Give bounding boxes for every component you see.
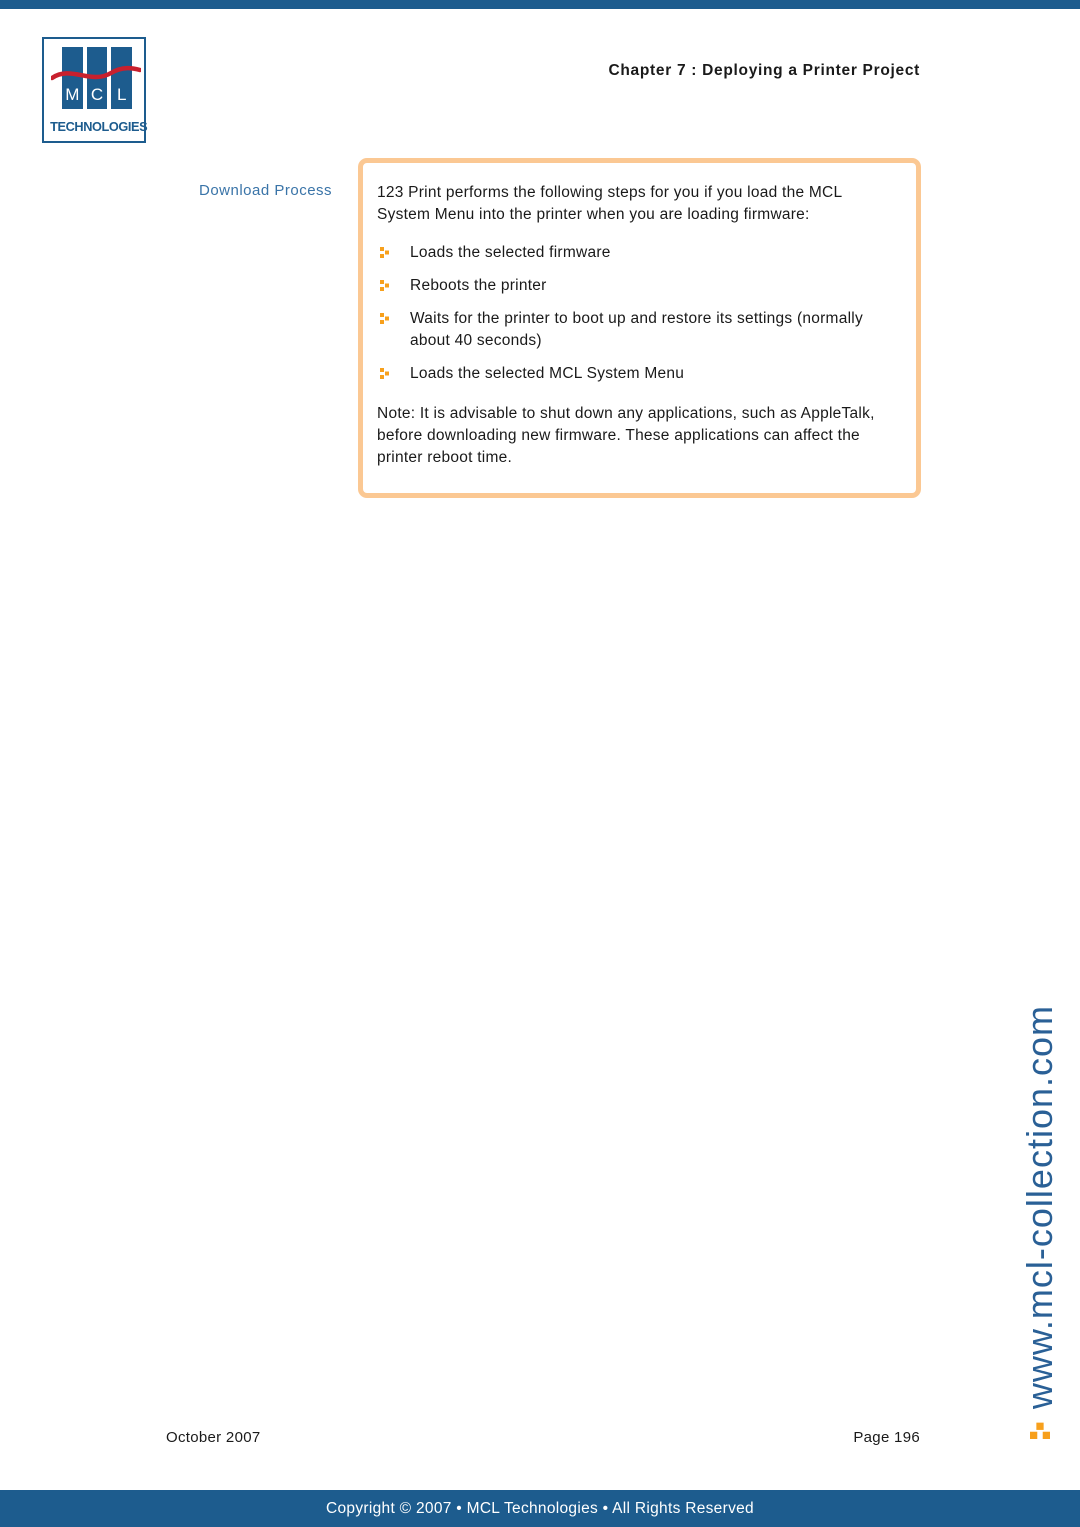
top-rule [0, 0, 1080, 9]
list-item: Waits for the printer to boot up and res… [377, 308, 894, 352]
logo-letter-m: M [65, 85, 80, 104]
logo-letter-c: C [90, 85, 104, 104]
mcl-logo: M C L TECHNOLOGIES [42, 37, 148, 143]
list-item-label: Loads the selected MCL System Menu [410, 365, 685, 382]
logo-letters: M C L [62, 83, 132, 107]
list-item-label: Reboots the printer [410, 277, 547, 294]
watermark-url: www.mcl-collection.com [1019, 1004, 1060, 1409]
footer-page-number: Page 196 [853, 1429, 920, 1446]
chevron-bullet-icon [380, 247, 389, 258]
logo-tagline: TECHNOLOGIES [50, 120, 148, 134]
chapter-header: Chapter 7 : Deploying a Printer Project [608, 62, 920, 79]
steps-list: Loads the selected firmware Reboots the … [377, 242, 894, 385]
list-item: Loads the selected MCL System Menu [377, 363, 894, 385]
list-item-label: Waits for the printer to boot up and res… [410, 310, 863, 349]
copyright-bar: Copyright © 2007 • MCL Technologies • Al… [0, 1490, 1080, 1527]
copyright-text: Copyright © 2007 • MCL Technologies • Al… [326, 1499, 754, 1517]
list-item: Loads the selected firmware [377, 242, 894, 264]
chevron-bullet-icon [380, 280, 389, 291]
list-item-label: Loads the selected firmware [410, 244, 611, 261]
logo-letter-l: L [116, 85, 127, 104]
chevron-bullet-icon [380, 313, 389, 324]
note-paragraph: Note: It is advisable to shut down any a… [377, 405, 875, 466]
logo-mark: M C L [51, 45, 141, 119]
intro-paragraph: 123 Print performs the following steps f… [377, 184, 842, 223]
footer-date: October 2007 [166, 1429, 261, 1446]
section-label: Download Process [199, 182, 333, 199]
chevron-bullet-icon [380, 368, 389, 379]
list-item: Reboots the printer [377, 275, 894, 297]
content-box: 123 Print performs the following steps f… [358, 158, 921, 498]
chevron-bullet-icon [1030, 1422, 1050, 1439]
watermark: www.mcl-collection.com [1008, 969, 1072, 1439]
